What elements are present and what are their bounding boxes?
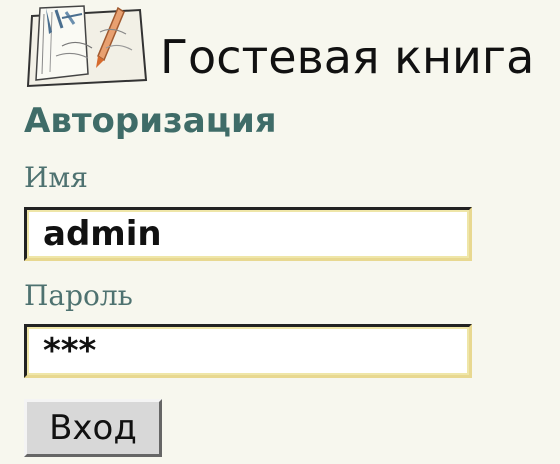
password-label: Пароль <box>24 279 133 312</box>
password-input[interactable] <box>24 324 472 378</box>
guestbook-notebook-icon <box>22 2 152 92</box>
app-title: Гостевая книга <box>160 30 535 84</box>
name-label: Имя <box>24 161 88 194</box>
auth-heading: Авторизация <box>24 101 277 141</box>
name-input[interactable] <box>24 207 472 261</box>
login-button[interactable]: Вход <box>24 399 162 457</box>
